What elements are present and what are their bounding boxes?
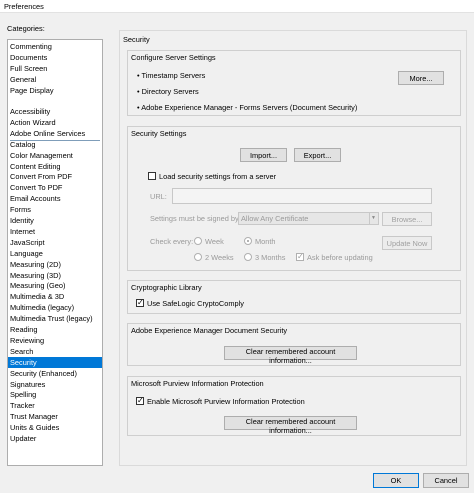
aem-title: Adobe Experience Manager Document Securi… (131, 326, 288, 335)
sidebar-item-accessibility[interactable]: Accessibility (8, 106, 102, 117)
two-weeks-label: 2 Weeks (205, 253, 234, 262)
title-bar: Preferences (0, 0, 474, 13)
ask-before-updating-checkbox[interactable] (296, 251, 304, 263)
sidebar-item-tracker[interactable]: Tracker (8, 400, 102, 411)
sidebar-item-forms[interactable]: Forms (8, 204, 102, 215)
sidebar-item-color-management[interactable]: Color Management (8, 150, 102, 161)
two-weeks-radio[interactable] (194, 253, 202, 261)
panel-title: Security (123, 35, 150, 44)
month-label: Month (255, 237, 276, 246)
sidebar-item-language[interactable]: Language (8, 248, 102, 259)
sidebar-item-multimedia-legacy[interactable]: Multimedia (legacy) (8, 302, 102, 313)
check-every-label: Check every: (150, 237, 194, 246)
sidebar-item-catalog[interactable]: Catalog (8, 139, 102, 150)
signed-by-label: Settings must be signed by: (150, 214, 241, 223)
sidebar-item-commenting[interactable]: Commenting (8, 41, 102, 52)
ask-before-updating-label: Ask before updating (307, 253, 373, 262)
categories-label: Categories: (7, 24, 45, 33)
load-settings-label: Load security settings from a server (159, 172, 277, 181)
three-months-radio[interactable] (244, 253, 252, 261)
chevron-down-icon: ▼ (369, 213, 377, 224)
sidebar-item-documents[interactable]: Documents (8, 52, 102, 63)
load-settings-checkbox[interactable] (148, 172, 156, 180)
sidebar-item-units-guides[interactable]: Units & Guides (8, 422, 102, 433)
window-title: Preferences (4, 2, 44, 11)
safelogic-checkbox[interactable] (136, 297, 144, 309)
sidebar-item-reviewing[interactable]: Reviewing (8, 335, 102, 346)
sidebar-item-adobe-online-services[interactable]: Adobe Online Services (8, 128, 102, 139)
timestamp-servers-item[interactable]: • Timestamp Servers (137, 71, 205, 80)
sidebar-item-identity[interactable]: Identity (8, 215, 102, 226)
purview-label: Enable Microsoft Purview Information Pro… (147, 397, 305, 406)
week-radio[interactable] (194, 237, 202, 245)
month-radio[interactable] (244, 237, 252, 245)
more-button[interactable]: More... (398, 71, 444, 85)
sidebar-item-signatures[interactable]: Signatures (8, 379, 102, 390)
server-settings-title: Configure Server Settings (131, 53, 216, 62)
sidebar-item-javascript[interactable]: JavaScript (8, 237, 102, 248)
sidebar-item-general[interactable]: General (8, 74, 102, 85)
browse-button[interactable]: Browse... (382, 212, 432, 226)
safelogic-label: Use SafeLogic CryptoComply (147, 299, 244, 308)
sidebar-item-multimedia-trust-legacy[interactable]: Multimedia Trust (legacy) (8, 313, 102, 324)
sidebar-item-multimedia-3d[interactable]: Multimedia & 3D (8, 291, 102, 302)
sidebar-item-email-accounts[interactable]: Email Accounts (8, 193, 102, 204)
purview-clear-button[interactable]: Clear remembered account information... (224, 416, 357, 435)
purview-title: Microsoft Purview Information Protection (131, 379, 264, 388)
security-settings-title: Security Settings (131, 129, 187, 138)
sidebar-item-security-enhanced[interactable]: Security (Enhanced) (8, 368, 102, 379)
sidebar-item-updater[interactable]: Updater (8, 433, 102, 444)
sidebar-item-content-editing[interactable]: Content Editing (8, 161, 102, 172)
sidebar-item-convert-from-pdf[interactable]: Convert From PDF (8, 171, 102, 182)
sidebar-item-spelling[interactable]: Spelling (8, 389, 102, 400)
url-label: URL: (150, 192, 167, 201)
sidebar-item-internet[interactable]: Internet (8, 226, 102, 237)
purview-checkbox[interactable] (136, 395, 144, 407)
three-months-label: 3 Months (255, 253, 286, 262)
week-label: Week (205, 237, 224, 246)
sidebar-item-full-screen[interactable]: Full Screen (8, 63, 102, 74)
url-input[interactable] (172, 188, 432, 204)
sidebar-item-search[interactable]: Search (8, 346, 102, 357)
ok-button[interactable]: OK (373, 473, 419, 488)
sidebar-item-convert-to-pdf[interactable]: Convert To PDF (8, 182, 102, 193)
sidebar-item-measuring-geo[interactable]: Measuring (Geo) (8, 280, 102, 291)
categories-list[interactable]: Commenting Documents Full Screen General Pag… (7, 39, 103, 466)
signed-by-select[interactable]: Allow Any Certificate ▼ (238, 212, 379, 225)
crypto-title: Cryptographic Library (131, 283, 202, 292)
sidebar-item-reading[interactable]: Reading (8, 324, 102, 335)
aem-forms-servers-item[interactable]: • Adobe Experience Manager - Forms Serve… (137, 103, 357, 112)
directory-servers-item[interactable]: • Directory Servers (137, 87, 199, 96)
cancel-button[interactable]: Cancel (423, 473, 469, 488)
export-button[interactable]: Export... (294, 148, 341, 162)
import-button[interactable]: Import... (240, 148, 287, 162)
sidebar-item-measuring-3d[interactable]: Measuring (3D) (8, 270, 102, 281)
aem-clear-button[interactable]: Clear remembered account information... (224, 346, 357, 365)
sidebar-item-measuring-2d[interactable]: Measuring (2D) (8, 259, 102, 270)
sidebar-item-page-display[interactable]: Page Display (8, 85, 102, 96)
sidebar-item-trust-manager[interactable]: Trust Manager (8, 411, 102, 422)
sidebar-item-security[interactable]: Security (8, 356, 102, 368)
sidebar-item-action-wizard[interactable]: Action Wizard (8, 117, 102, 128)
signed-by-value: Allow Any Certificate (241, 214, 309, 223)
update-now-button[interactable]: Update Now (382, 236, 432, 250)
